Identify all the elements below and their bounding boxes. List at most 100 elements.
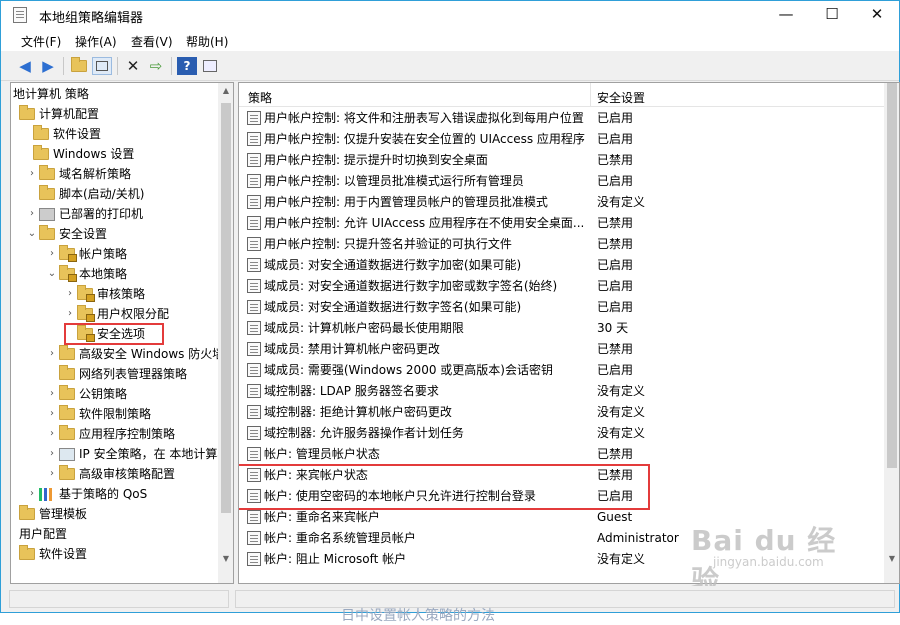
tree-item[interactable]: › 基于策略的 QoS [25,484,147,504]
export-icon[interactable]: ⇨ [146,57,166,75]
maximize-button[interactable]: ☐ [809,1,855,29]
tree-item[interactable]: › 软件限制策略 [45,404,151,424]
tree-item-label: 帐户策略 [79,247,128,261]
app-icon [13,7,27,23]
policy-setting: 没有定义 [597,426,646,440]
tree-item[interactable]: › 域名解析策略 [25,164,131,184]
policy-row[interactable]: 用户帐户控制: 用于内置管理员帐户的管理员批准模式 没有定义 [239,192,884,213]
tree-item[interactable]: ⌄ 本地策略 [45,264,127,284]
expand-arrow-icon[interactable]: › [45,464,59,484]
scroll-up-icon[interactable]: ▲ [218,83,233,99]
folder-icon [59,345,75,360]
printer-icon [39,207,55,221]
policy-row[interactable]: 用户帐户控制: 允许 UIAccess 应用程序在不使用安全桌面... 已禁用 [239,213,884,234]
expand-arrow-icon[interactable]: › [25,164,39,184]
tree-item[interactable]: 用户配置 [19,524,67,544]
tree-item[interactable]: 网络列表管理器策略 [45,364,187,384]
expand-arrow-icon[interactable]: › [45,404,59,424]
tree-item[interactable]: › 应用程序控制策略 [45,424,175,444]
scroll-thumb[interactable] [887,83,897,468]
policy-setting: 已禁用 [597,342,634,356]
scroll-down-icon[interactable]: ▼ [884,551,899,567]
column-policy[interactable]: 策略 [248,89,272,106]
policy-icon [247,405,261,419]
policy-row[interactable]: 域控制器: 拒绝计算机帐户密码更改 没有定义 [239,402,884,423]
tree-item[interactable]: Windows 设置 [19,144,134,164]
properties-icon[interactable] [200,57,220,75]
menu-action[interactable]: 操作(A) [75,33,117,50]
policy-row[interactable]: 域控制器: 允许服务器操作者计划任务 没有定义 [239,423,884,444]
policy-row[interactable]: 域成员: 需要强(Windows 2000 或更高版本)会话密钥 已启用 [239,360,884,381]
column-setting[interactable]: 安全设置 [597,89,645,106]
back-icon[interactable]: ◀ [15,57,35,75]
help-icon[interactable]: ? [177,57,197,75]
tree-item-label: 本地策略 [79,267,128,281]
expand-arrow-icon[interactable]: › [63,304,77,324]
tree-item-label: 软件限制策略 [79,407,152,421]
expand-arrow-icon[interactable]: › [45,424,59,444]
policy-setting: 没有定义 [597,195,646,209]
list-scrollbar[interactable]: ▼ [884,83,899,583]
tree-item[interactable]: 地计算机 策略 [13,84,89,104]
minimize-button[interactable]: — [763,1,809,29]
tree-item[interactable]: › 审核策略 [63,284,145,304]
policy-row[interactable]: 域成员: 对安全通道数据进行数字加密(如果可能) 已启用 [239,255,884,276]
expand-arrow-icon[interactable]: › [45,384,59,404]
expand-arrow-icon[interactable]: › [63,284,77,304]
policy-row[interactable]: 用户帐户控制: 只提升签名并验证的可执行文件 已禁用 [239,234,884,255]
policy-row[interactable]: 域成员: 对安全通道数据进行数字签名(如果可能) 已启用 [239,297,884,318]
policy-row[interactable]: 域成员: 计算机帐户密码最长使用期限 30 天 [239,318,884,339]
show-tree-icon[interactable] [92,57,112,75]
delete-icon[interactable]: ✕ [123,57,143,75]
policy-row[interactable]: 域成员: 禁用计算机帐户密码更改 已禁用 [239,339,884,360]
policy-row[interactable]: 域成员: 对安全通道数据进行数字加密或数字签名(始终) 已启用 [239,276,884,297]
tree-item[interactable]: 计算机配置 [19,104,99,124]
tree-item-label: 用户权限分配 [97,307,170,321]
tree-item[interactable]: › 高级安全 Windows 防火墙 [45,344,224,364]
folder-icon [39,185,55,200]
expand-arrow-icon[interactable]: › [45,244,59,264]
policy-setting: 没有定义 [597,384,646,398]
tree-item[interactable]: › 用户权限分配 [63,304,169,324]
expand-arrow-icon[interactable]: ⌄ [25,224,39,244]
tree-scrollbar[interactable]: ▲ ▼ [218,83,233,583]
tree-item[interactable]: › 公钥策略 [45,384,127,404]
tree-item[interactable]: › 高级审核策略配置 [45,464,175,484]
folder-icon [59,365,75,380]
forward-icon[interactable]: ▶ [38,57,58,75]
policy-name: 用户帐户控制: 允许 UIAccess 应用程序在不使用安全桌面... [264,216,585,230]
scroll-thumb[interactable] [221,103,231,513]
tree-item[interactable]: 脚本(启动/关机) [25,184,144,204]
expand-arrow-icon[interactable]: › [45,444,59,464]
policy-row[interactable]: 帐户: 管理员帐户状态 已禁用 [239,444,884,465]
menu-file[interactable]: 文件(F) [21,33,61,50]
expand-arrow-icon[interactable]: › [25,204,39,224]
expand-arrow-icon[interactable]: ⌄ [45,264,59,284]
policy-name: 域成员: 对安全通道数据进行数字加密(如果可能) [264,258,522,272]
scroll-down-icon[interactable]: ▼ [218,551,233,567]
policy-row[interactable]: 用户帐户控制: 仅提升安装在安全位置的 UIAccess 应用程序 已启用 [239,129,884,150]
tree-item[interactable]: ⌄ 安全设置 [25,224,107,244]
tree-item[interactable]: › 已部署的打印机 [25,204,143,224]
policy-row[interactable]: 域控制器: LDAP 服务器签名要求 没有定义 [239,381,884,402]
policy-setting: 已启用 [597,111,634,125]
title-bar: 本地组策略编辑器 — ☐ ✕ [1,1,899,29]
policy-icon [247,195,261,209]
up-folder-icon[interactable] [69,57,89,75]
close-button[interactable]: ✕ [854,1,900,29]
policy-row[interactable]: 用户帐户控制: 提示提升时切换到安全桌面 已禁用 [239,150,884,171]
tree-item[interactable]: 管理模板 [19,504,87,524]
policy-row[interactable]: 用户帐户控制: 将文件和注册表写入错误虚拟化到每用户位置 已启用 [239,108,884,129]
expand-arrow-icon[interactable]: › [25,484,39,504]
policy-setting: 已启用 [597,363,634,377]
expand-arrow-icon[interactable]: › [45,344,59,364]
tree-item[interactable]: › 帐户策略 [45,244,127,264]
policy-setting: 没有定义 [597,405,646,419]
tree-item[interactable]: 软件设置 [19,544,87,564]
policy-row[interactable]: 用户帐户控制: 以管理员批准模式运行所有管理员 已启用 [239,171,884,192]
menu-view[interactable]: 查看(V) [131,33,173,50]
watermark: Bai du 经验 jingyan.baidu.com [691,519,861,597]
menu-help[interactable]: 帮助(H) [186,33,228,50]
tree-item[interactable]: 软件设置 [19,124,101,144]
tree-item[interactable]: › IP 安全策略，在 本地计算机 [45,444,229,464]
